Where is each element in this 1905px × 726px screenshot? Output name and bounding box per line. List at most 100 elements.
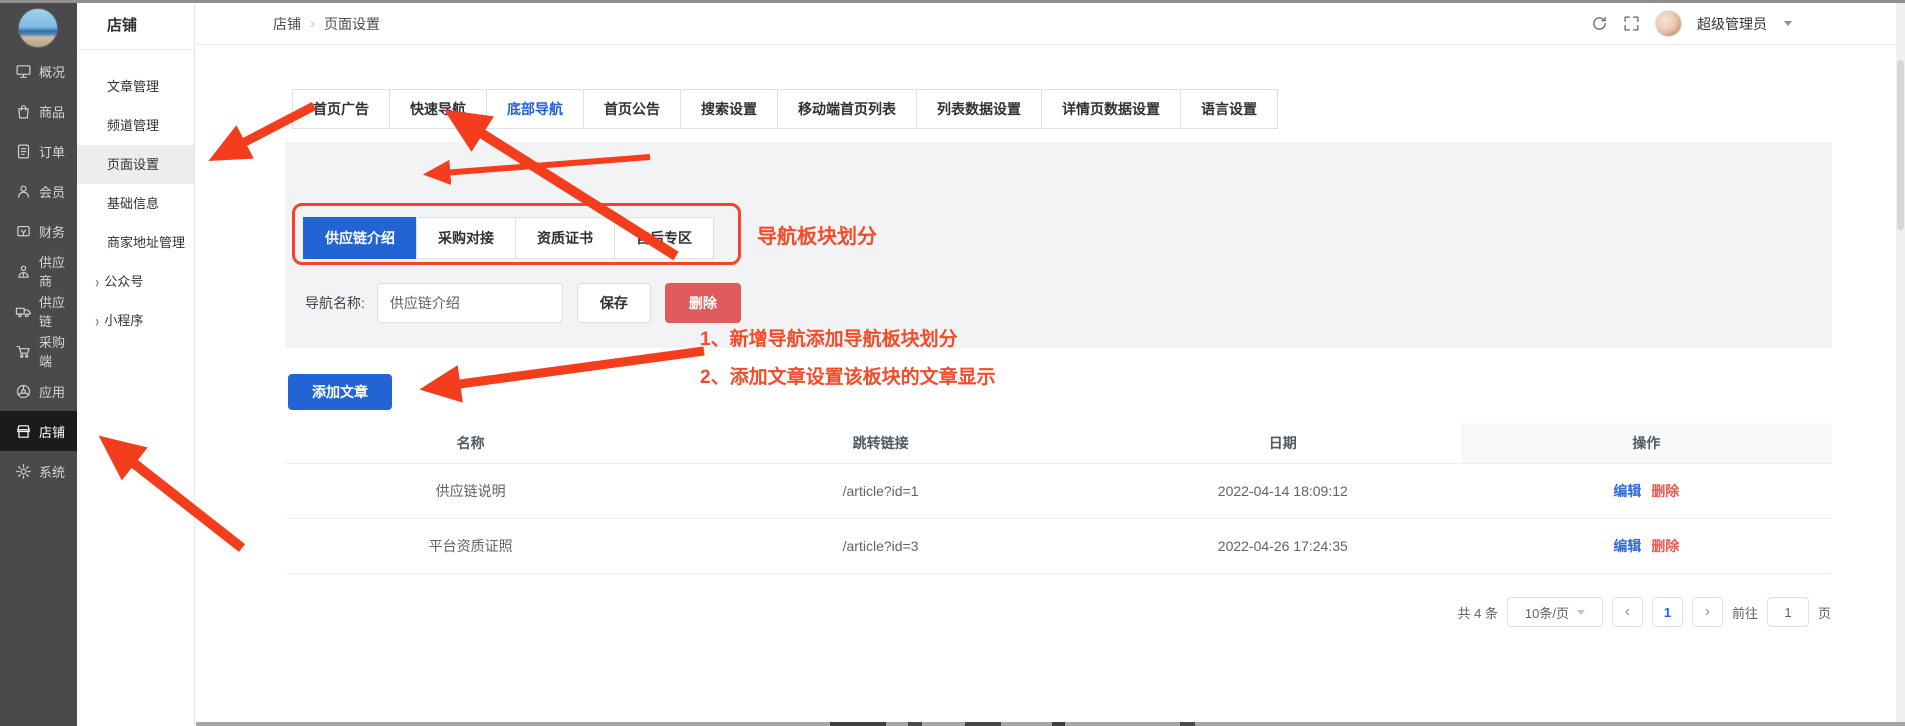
sidebar-item-members[interactable]: 会员 — [0, 171, 77, 211]
table-row: 平台资质证照 /article?id=3 2022-04-26 17:24:35… — [285, 519, 1832, 574]
scrollbar-thumb[interactable] — [1897, 60, 1904, 230]
delete-button[interactable]: 删除 — [665, 283, 741, 323]
col-header-date: 日期 — [1105, 423, 1461, 463]
cell-link: /article?id=1 — [656, 464, 1105, 518]
wheel-icon — [15, 383, 32, 400]
tab-home-notice[interactable]: 首页公告 — [583, 89, 681, 129]
bottom-edge-mark — [965, 722, 1001, 726]
sidebar-item-shop[interactable]: 店铺 — [0, 411, 77, 451]
page-tabs: 首页广告 快速导航 底部导航 首页公告 搜索设置 移动端首页列表 列表数据设置 … — [292, 89, 1278, 129]
sidebar-item-procurement[interactable]: 采购端 — [0, 331, 77, 371]
sidebar-item-label: 财务 — [39, 222, 65, 241]
subtab-supply-chain-intro[interactable]: 供应链介绍 — [303, 217, 417, 259]
goto-page-input[interactable] — [1767, 597, 1809, 627]
next-page-button[interactable]: › — [1692, 597, 1723, 627]
top-bar-right: 超级管理员 — [1591, 10, 1792, 37]
tab-footer-nav[interactable]: 底部导航 — [486, 89, 584, 129]
subtab-after-sales[interactable]: 售后专区 — [614, 217, 714, 259]
sidebar-item-suppliers[interactable]: 供应商 — [0, 251, 77, 291]
top-bar: 店铺 › 页面设置 超级管理员 — [196, 3, 1897, 45]
arrow-to-add-article-button — [430, 351, 704, 388]
monitor-icon — [15, 63, 32, 80]
chevron-down-icon — [1784, 21, 1792, 26]
cell-link: /article?id=3 — [656, 519, 1105, 573]
bottom-edge-mark — [908, 722, 922, 726]
submenu-group-label: 公众号 — [104, 274, 143, 289]
page-size-select[interactable]: 10条/页 — [1507, 597, 1603, 627]
tab-home-ads[interactable]: 首页广告 — [292, 89, 390, 129]
tab-search-settings[interactable]: 搜索设置 — [680, 89, 778, 129]
user-name[interactable]: 超级管理员 — [1697, 14, 1767, 34]
sidebar-item-label: 采购端 — [39, 332, 77, 370]
truck-icon — [15, 303, 32, 320]
sidebar-item-system[interactable]: 系统 — [0, 451, 77, 491]
fullscreen-icon[interactable] — [1623, 15, 1640, 32]
sidebar-item-label: 系统 — [39, 462, 65, 481]
sidebar-item-finance[interactable]: 财务 — [0, 211, 77, 251]
sidebar-item-label: 供应链 — [39, 292, 77, 330]
sidebar-item-apps[interactable]: 应用 — [0, 371, 77, 411]
current-page-button[interactable]: 1 — [1652, 597, 1683, 627]
tab-quick-nav[interactable]: 快速导航 — [389, 89, 487, 129]
annotation-box-label: 导航板块划分 — [757, 220, 877, 249]
submenu-item-channel-management[interactable]: 频道管理 — [77, 106, 194, 145]
delete-link[interactable]: 删除 — [1651, 519, 1679, 573]
annotation-note-2: 2、添加文章设置该板块的文章显示 — [700, 362, 996, 389]
sidebar-item-goods[interactable]: 商品 — [0, 91, 77, 131]
sidebar-item-label: 应用 — [39, 382, 65, 401]
delete-link[interactable]: 删除 — [1651, 464, 1679, 518]
vertical-scrollbar[interactable] — [1896, 3, 1905, 726]
edit-link[interactable]: 编辑 — [1613, 519, 1641, 573]
app-logo[interactable] — [18, 8, 58, 48]
submenu-title: 店铺 — [77, 0, 194, 50]
user-avatar[interactable] — [1655, 10, 1682, 37]
pagination-total: 共 4 条 — [1458, 603, 1498, 622]
submenu-group-mini-program[interactable]: ›小程序 — [77, 301, 194, 340]
col-header-link: 跳转链接 — [656, 423, 1105, 463]
sidebar-item-label: 店铺 — [39, 422, 65, 441]
sidebar-item-label: 商品 — [39, 102, 65, 121]
submenu-list: 文章管理 频道管理 页面设置 基础信息 商家地址管理 ›公众号 ›小程序 — [77, 67, 194, 340]
breadcrumb-page-settings: 页面设置 — [324, 14, 380, 34]
bottom-edge-mark — [1180, 722, 1195, 726]
tab-detail-data-settings[interactable]: 详情页数据设置 — [1041, 89, 1181, 129]
submenu-item-article-management[interactable]: 文章管理 — [77, 67, 194, 106]
refresh-icon[interactable] — [1591, 15, 1608, 32]
cell-date: 2022-04-14 18:09:12 — [1105, 464, 1461, 518]
page-size-value: 10条/页 — [1525, 603, 1569, 622]
nav-name-input[interactable] — [377, 283, 563, 323]
save-button[interactable]: 保存 — [577, 283, 651, 323]
breadcrumb-shop[interactable]: 店铺 — [273, 14, 301, 34]
cart-icon — [15, 343, 32, 360]
sidebar-item-orders[interactable]: 订单 — [0, 131, 77, 171]
edit-link[interactable]: 编辑 — [1613, 464, 1641, 518]
prev-page-button[interactable]: ‹ — [1612, 597, 1643, 627]
gear-icon — [15, 463, 32, 480]
cell-date: 2022-04-26 17:24:35 — [1105, 519, 1461, 573]
submenu-item-page-settings[interactable]: 页面设置 — [77, 145, 194, 184]
wallet-icon — [15, 223, 32, 240]
shop-icon — [15, 423, 32, 440]
nav-section-tabs: 供应链介绍 采购对接 资质证书 售后专区 — [303, 217, 714, 259]
tab-language-settings[interactable]: 语言设置 — [1180, 89, 1278, 129]
sidebar-item-overview[interactable]: 概况 — [0, 51, 77, 91]
submenu-item-basic-info[interactable]: 基础信息 — [77, 184, 194, 223]
clipboard-icon — [15, 143, 32, 160]
add-article-button[interactable]: 添加文章 — [288, 374, 392, 410]
secondary-sidebar: 店铺 文章管理 频道管理 页面设置 基础信息 商家地址管理 ›公众号 ›小程序 — [77, 0, 195, 726]
sidebar-item-label: 会员 — [39, 182, 65, 201]
bottom-edge-mark — [1052, 722, 1065, 726]
tab-mobile-home-list[interactable]: 移动端首页列表 — [777, 89, 917, 129]
subtab-procurement-docking[interactable]: 采购对接 — [416, 217, 516, 259]
tab-list-data-settings[interactable]: 列表数据设置 — [916, 89, 1042, 129]
goto-label: 前往 — [1732, 603, 1758, 622]
bottom-edge-mark — [830, 722, 886, 726]
primary-sidebar-menu: 概况 商品 订单 会员 财务 供应商 — [0, 51, 77, 491]
primary-sidebar: 概况 商品 订单 会员 财务 供应商 — [0, 0, 77, 726]
table-body: 供应链说明 /article?id=1 2022-04-14 18:09:12 … — [285, 464, 1832, 574]
sidebar-item-supply-chain[interactable]: 供应链 — [0, 291, 77, 331]
bottom-window-edge — [196, 722, 1905, 726]
annotation-note-1: 1、新增导航添加导航板块划分 — [700, 324, 958, 351]
sidebar-item-label: 概况 — [39, 62, 65, 81]
subtab-qualification-cert[interactable]: 资质证书 — [515, 217, 615, 259]
